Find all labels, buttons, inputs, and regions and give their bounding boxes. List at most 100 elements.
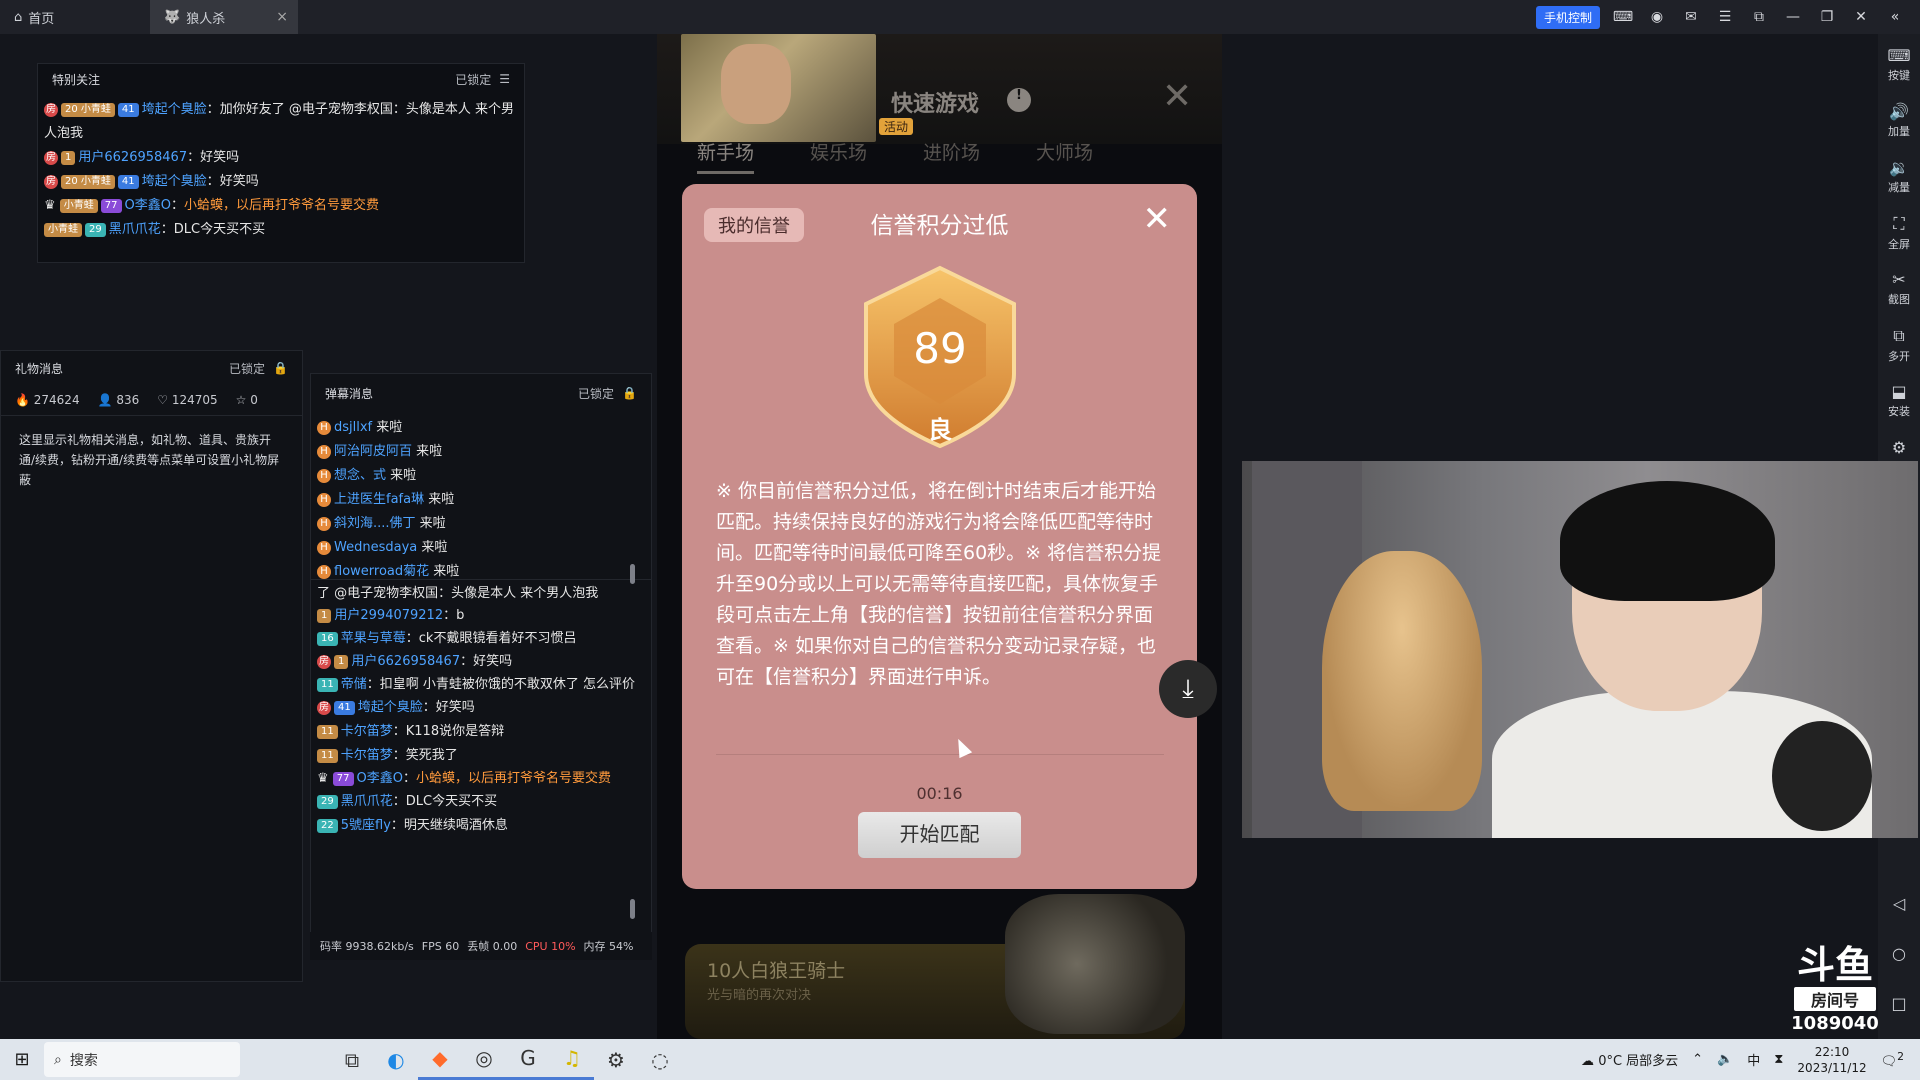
username[interactable]: 黑爪爪花 xyxy=(109,222,161,237)
level-badge: 41 xyxy=(334,700,355,715)
douyu-logo: 斗鱼 xyxy=(1796,943,1873,987)
back-button[interactable]: ◁ xyxy=(1893,894,1905,938)
fps: FPS 60 xyxy=(421,939,460,953)
special-follow-header: 特别关注 已锁定 ☰ xyxy=(38,64,524,94)
screenshot-button[interactable]: ✂ 截图 xyxy=(1888,270,1910,320)
mode-card[interactable]: 10人白狼王骑士 光与暗的再次对决 xyxy=(685,894,1185,1039)
tab-casual[interactable]: 娱乐场 xyxy=(810,138,867,174)
start-match-button[interactable]: 开始匹配 xyxy=(858,812,1021,858)
lock-state[interactable]: 已锁定 ☰ xyxy=(455,71,510,88)
close-tab-icon[interactable]: × xyxy=(276,9,288,25)
username[interactable]: 垮起个臭脸 xyxy=(142,102,207,117)
lock-icon[interactable]: 🔒 xyxy=(273,361,288,375)
close-icon[interactable]: ✕ xyxy=(1143,202,1172,236)
restore-icon[interactable]: ❐ xyxy=(1816,9,1838,25)
level-badge: 11 xyxy=(317,677,338,692)
pin-icon[interactable]: ⧉ xyxy=(1748,9,1770,25)
tab-master[interactable]: 大师场 xyxy=(1036,138,1093,174)
fullscreen-button[interactable]: ⛶ 全屏 xyxy=(1888,214,1910,264)
phone-control-button[interactable]: 手机控制 xyxy=(1535,5,1600,29)
ime-indicator[interactable]: 中 xyxy=(1747,1050,1760,1069)
level-badge: 11 xyxy=(317,724,338,739)
close-icon[interactable]: ✕ xyxy=(1162,76,1192,117)
tab-advanced[interactable]: 进阶场 xyxy=(923,138,980,174)
app-misc-icon[interactable]: ◌ xyxy=(638,1039,682,1080)
install-button[interactable]: ⬓ 安装 xyxy=(1888,382,1910,432)
microphone xyxy=(1772,721,1872,831)
level-badge: 77 xyxy=(332,771,354,786)
username[interactable]: 垮起个臭脸 xyxy=(142,174,207,189)
windows-start-icon[interactable]: ⊞ xyxy=(0,1049,44,1070)
search-icon: ⌕ xyxy=(54,1051,62,1068)
notification-icon[interactable]: 🗨2 xyxy=(1881,1050,1904,1069)
volume-down-button[interactable]: 🔉 减量 xyxy=(1888,158,1910,208)
panel-title: 弹幕消息 xyxy=(325,386,374,401)
app-g-icon[interactable]: G xyxy=(506,1039,550,1080)
mail-icon[interactable]: ✉ xyxy=(1680,9,1702,25)
room-badge: 房 xyxy=(317,700,331,715)
keyboard-button[interactable]: ⌨ 按键 xyxy=(1887,46,1910,96)
obs-app-icon[interactable]: ◎ xyxy=(462,1039,506,1080)
mode-tabs: 新手场 娱乐场 进阶场 大师场 xyxy=(697,138,1093,174)
speaker-icon[interactable]: 🔈 xyxy=(1717,1052,1733,1067)
memory-usage: 内存 54% xyxy=(583,940,634,953)
chat-message: 房 20 小青蛙 41 垮起个臭脸：好笑吗 xyxy=(44,174,259,189)
enter-scrollbar[interactable] xyxy=(630,564,635,584)
level-badge: 41 xyxy=(117,174,139,189)
game-header: 活动 快速游戏 ! ✕ xyxy=(657,34,1222,144)
likes-stat: ♡ 124705 xyxy=(157,393,218,407)
tab-home[interactable]: ⌂ 首页 xyxy=(0,0,150,34)
home-nav-button[interactable]: ○ xyxy=(1892,944,1906,988)
title-bar: ⌂ 首页 🐺 狼人杀 × 手机控制 ⌨ ◉ ✉ ☰ ⧉ — ❐ ✕ « xyxy=(0,0,1920,34)
task-view-icon[interactable]: ⧉ xyxy=(330,1039,374,1080)
collapse-icon[interactable]: « xyxy=(1884,9,1906,25)
username[interactable]: 用户6626958467 xyxy=(78,150,187,165)
enter-message: H 上进医生fafa琳 来啦 xyxy=(317,488,645,512)
menu-icon[interactable]: ☰ xyxy=(499,72,510,86)
settings-gear-icon[interactable]: ⚙ xyxy=(594,1039,638,1080)
taskbar-search[interactable]: ⌕ 搜索 xyxy=(44,1042,240,1077)
gamepad-icon[interactable]: ⌨ xyxy=(1612,9,1634,25)
menu-icon[interactable]: ☰ xyxy=(1714,9,1736,25)
drop-frames: 丢帧 0.00 xyxy=(467,940,518,953)
level-badge: 11 xyxy=(317,748,338,763)
volume-up-button[interactable]: 🔊 加量 xyxy=(1888,102,1910,152)
minimize-icon[interactable]: — xyxy=(1782,9,1804,25)
chevron-up-icon[interactable]: ⌃ xyxy=(1692,1052,1703,1067)
gifts-stat: ☆ 0 xyxy=(235,393,258,407)
back-triangle-icon: ◁ xyxy=(1892,894,1906,913)
danmu-scrollbar[interactable] xyxy=(630,899,635,919)
room-label: 房间号 xyxy=(1794,987,1876,1011)
danmu-list: 了 @电子宠物李权国：头像是本人 来个男人泡我 1 用户2994079212：b … xyxy=(311,580,651,910)
music-app-icon[interactable]: ♫ xyxy=(550,1039,594,1080)
activity-thumbnail[interactable] xyxy=(681,34,876,142)
room-badge: 房 xyxy=(44,102,58,117)
windows-taskbar: ⊞ ⌕ 搜索 ⧉ ◐ ◆ ◎ G ♫ ⚙ ◌ ☁ 0°C 局部多云 ⌃ 🔈 中 ⧗… xyxy=(0,1039,1920,1080)
network-icon[interactable]: ⧗ xyxy=(1774,1052,1783,1067)
download-icon[interactable]: ⤓ xyxy=(1159,660,1217,718)
countdown-timer: 00:16 xyxy=(916,784,963,803)
user-icon[interactable]: ◉ xyxy=(1646,9,1668,25)
lock-icon[interactable]: 🔒 xyxy=(622,386,637,400)
lock-state[interactable]: 已锁定 🔒 xyxy=(578,385,637,402)
fan-badge: 20 小青蛙 xyxy=(61,102,115,117)
douyu-app-icon[interactable]: ◆ xyxy=(418,1039,462,1080)
noble-icon: ♛ xyxy=(317,771,333,786)
tab-werewolf[interactable]: 🐺 狼人杀 × xyxy=(150,0,298,34)
lock-state[interactable]: 已锁定 🔒 xyxy=(229,360,288,377)
multi-open-button[interactable]: ⧉ 多开 xyxy=(1888,326,1910,376)
noble-icon: ♛ xyxy=(44,198,60,213)
info-icon[interactable]: ! xyxy=(1007,88,1031,112)
home-icon: ⌂ xyxy=(14,9,23,25)
close-icon[interactable]: ✕ xyxy=(1850,9,1872,25)
tab-beginner[interactable]: 新手场 xyxy=(697,138,755,174)
weather-widget[interactable]: ☁ 0°C 局部多云 xyxy=(1581,1050,1678,1069)
edge-browser-icon[interactable]: ◐ xyxy=(374,1039,418,1080)
username[interactable]: O李鑫O xyxy=(125,198,171,213)
dialog-title: 信誉积分过低 xyxy=(870,213,1009,239)
clock[interactable]: 22:10 2023/11/12 xyxy=(1797,1044,1866,1076)
heat-stat: 🔥 274624 xyxy=(15,393,80,407)
character-portrait xyxy=(721,44,791,124)
enter-message: H 斜刘海....佛丁 来啦 xyxy=(317,512,645,536)
chat-message: 房 41 垮起个臭脸：好笑吗 xyxy=(317,700,475,715)
